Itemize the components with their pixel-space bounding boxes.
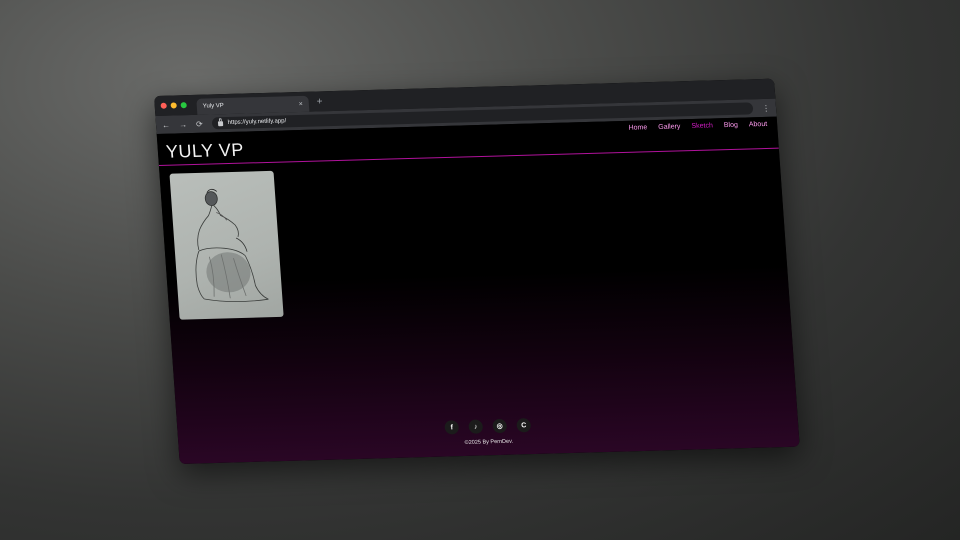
site-nav: Home Gallery Sketch Blog About (628, 121, 767, 132)
desktop-background: Yuly VP × + ← → ⟳ https://yuly.netlify.a… (0, 0, 960, 540)
site-footer: f ♪ ◎ C ©2025 By PernDev. (176, 393, 800, 464)
browser-tab[interactable]: Yuly VP × (196, 95, 310, 115)
minimize-window-dot[interactable] (170, 102, 177, 109)
browser-window: Yuly VP × + ← → ⟳ https://yuly.netlify.a… (154, 78, 800, 464)
social-links: f ♪ ◎ C (444, 418, 532, 435)
web-page: YULY VP Home Gallery Sketch Blog About f… (156, 116, 800, 464)
c-icon[interactable]: C (516, 418, 532, 433)
instagram-icon[interactable]: ◎ (492, 418, 508, 434)
site-title[interactable]: YULY VP (165, 140, 244, 163)
sketch-thumbnail[interactable] (169, 170, 284, 320)
nav-sketch[interactable]: Sketch (691, 122, 713, 130)
close-window-dot[interactable] (160, 102, 167, 109)
seated-woman-sketch (195, 188, 269, 303)
back-arrow-icon[interactable]: ← (162, 120, 171, 129)
tab-title: Yuly VP (202, 103, 225, 110)
maximize-window-dot[interactable] (180, 102, 187, 109)
nav-gallery[interactable]: Gallery (658, 123, 681, 131)
nav-home[interactable]: Home (628, 124, 647, 132)
tab-close-icon[interactable]: × (299, 100, 304, 107)
nav-about[interactable]: About (749, 121, 768, 129)
browser-menu-icon[interactable]: ⋮ (762, 103, 771, 112)
facebook-icon[interactable]: f (444, 420, 460, 435)
nav-blog[interactable]: Blog (724, 122, 739, 129)
forward-arrow-icon[interactable]: → (179, 120, 188, 129)
lock-icon (217, 120, 223, 126)
reload-icon[interactable]: ⟳ (196, 119, 203, 128)
tiktok-icon[interactable]: ♪ (468, 419, 484, 434)
window-controls (160, 102, 187, 109)
url-text: https://yuly.netlify.app/ (227, 118, 287, 126)
new-tab-icon[interactable]: + (316, 96, 323, 107)
copyright-text: ©2025 By PernDev. (464, 438, 514, 446)
